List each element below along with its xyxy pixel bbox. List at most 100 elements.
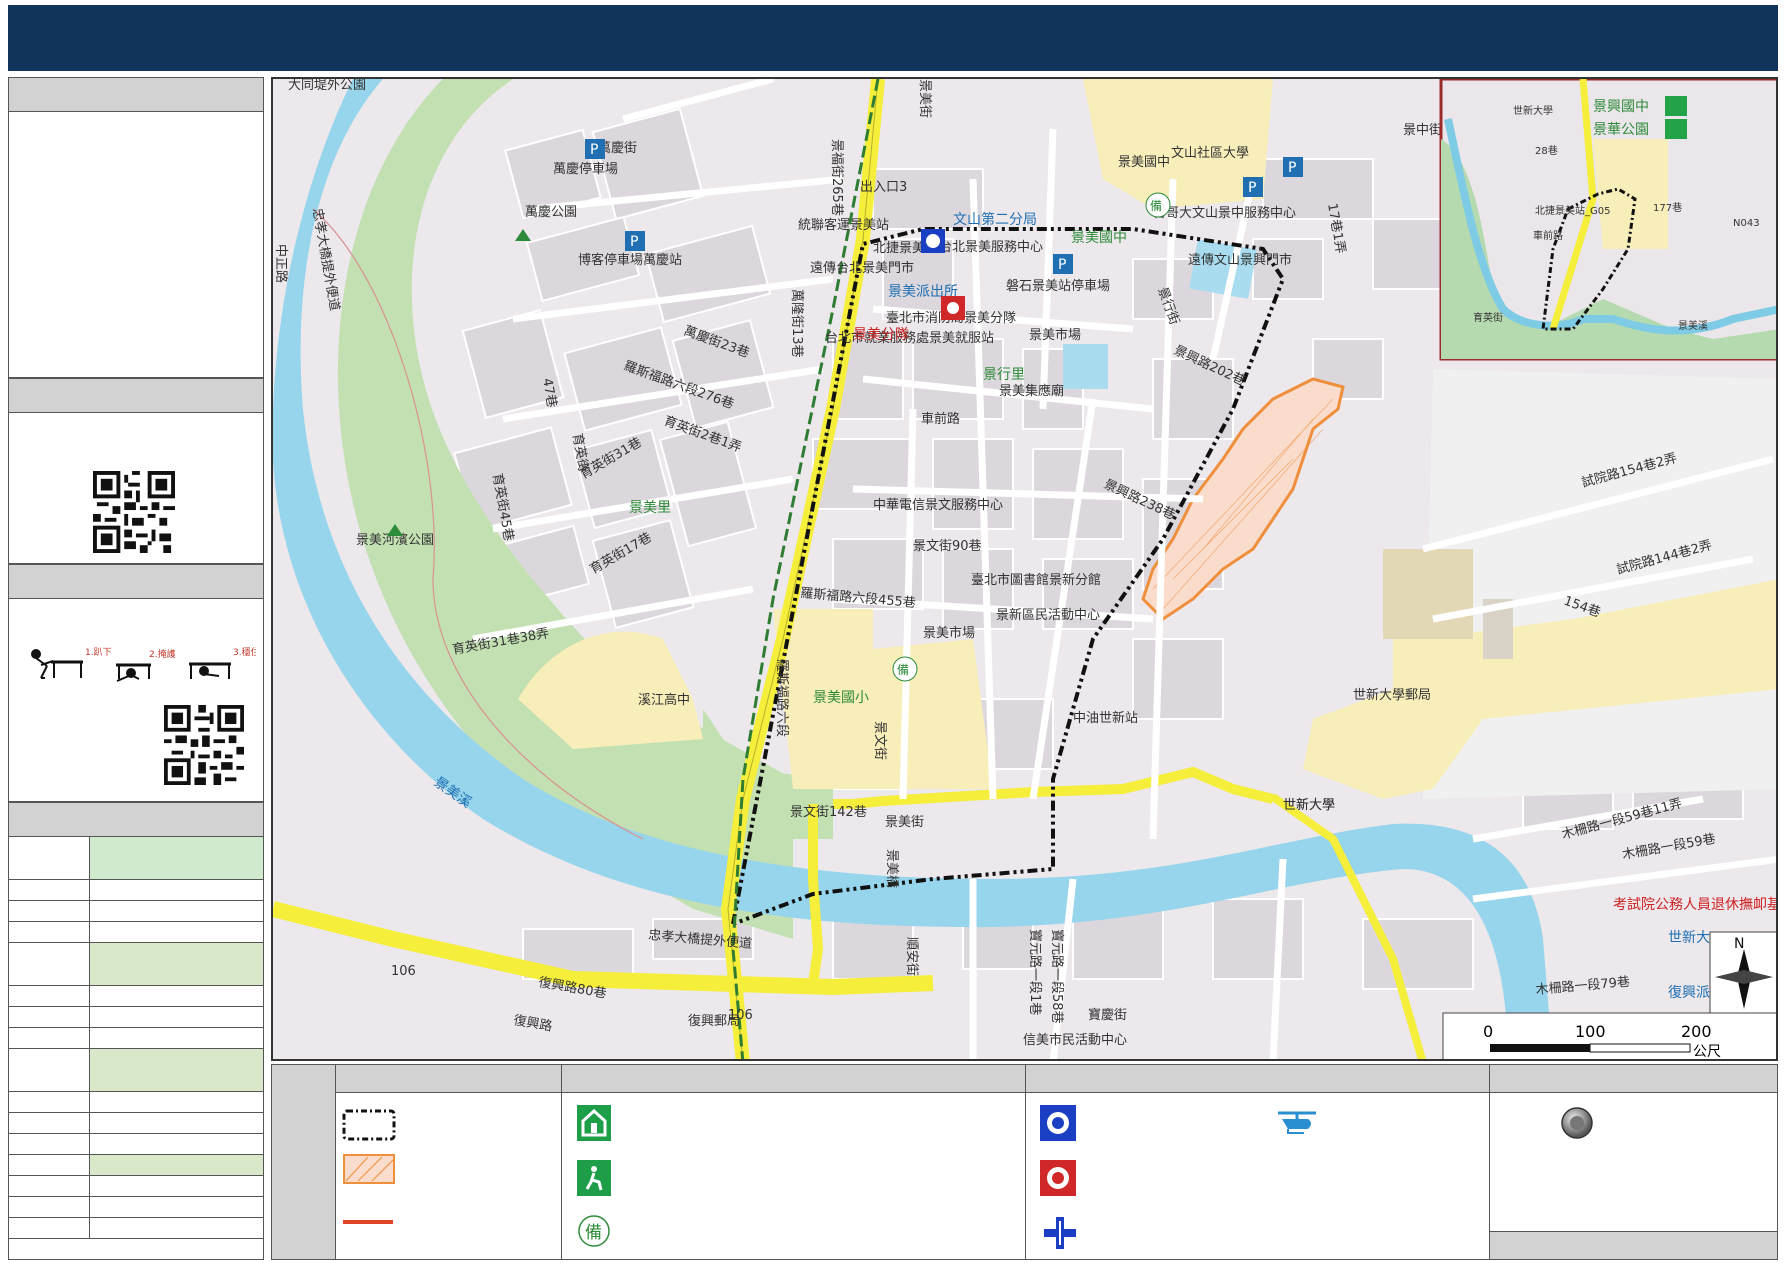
fire-icon	[1040, 1160, 1076, 1196]
district-label: 文山第二分局	[953, 211, 1037, 228]
reserve-icon: 備	[578, 1215, 610, 1247]
inset-label: 景華公園	[1593, 122, 1649, 138]
legend-left-cell	[272, 1065, 336, 1259]
inset-map[interactable]: 景興國中 景華公園 28巷 177巷 N043 北捷景美站_G05 車前路 育英…	[1439, 79, 1778, 361]
legend-col-divider	[1489, 1065, 1490, 1259]
parking-icon: P	[585, 139, 605, 159]
map-canvas[interactable]: 萬慶街 萬慶停車場 萬慶公園 博客停車場萬慶站 景福街265巷 萬慶街23巷 萬…	[273, 79, 1778, 1061]
scale-bar: 0 100 200 公尺	[1442, 1012, 1776, 1060]
qr-code-2-icon[interactable]	[159, 705, 249, 785]
svg-text:公尺: 公尺	[1693, 1044, 1721, 1060]
info-panel-header	[9, 78, 263, 112]
inset-label: 育英街	[1473, 311, 1503, 324]
police-station-icon[interactable]	[921, 229, 945, 253]
road-label: 台北市就業服務處景美就服站	[825, 330, 994, 346]
road-label: 寶慶街	[1088, 1007, 1127, 1023]
cover-icon	[116, 663, 151, 682]
road-label: 景美街	[917, 79, 932, 118]
road-label: 景美集應廟	[999, 383, 1064, 399]
svg-text:P: P	[1058, 257, 1066, 273]
inset-label: 世新大學	[1513, 104, 1553, 117]
road-label: 統聯客運景美站	[798, 217, 889, 233]
parking-icon: P	[1243, 177, 1263, 197]
legend-header-row	[336, 1065, 1777, 1093]
shelter-icon	[577, 1105, 611, 1141]
info-panel	[8, 77, 264, 378]
road-label: 萬慶停車場	[553, 161, 618, 177]
road-label: 中油世新站	[1073, 710, 1138, 726]
inset-label: 景興國中	[1593, 99, 1649, 115]
road-label: 磐石景美站停車場	[1006, 278, 1110, 294]
police-icon	[1040, 1105, 1076, 1141]
road-label: 106	[391, 964, 416, 979]
road-label: 文山社區大學	[1171, 145, 1249, 161]
inset-label: N043	[1733, 218, 1760, 229]
road-label: 景美國中	[1118, 155, 1170, 170]
map-view[interactable]: 萬慶街 萬慶停車場 萬慶公園 博客停車場萬慶站 景福街265巷 萬慶街23巷 萬…	[271, 77, 1778, 1061]
road-label: 臺北市圖書館景新分館	[971, 572, 1101, 588]
road-label: 景美市場	[1029, 327, 1081, 343]
road-label: 考試院公務人員退休撫卹基	[1613, 896, 1778, 913]
district-label: 復興派	[1668, 984, 1710, 1001]
svg-text:P: P	[1248, 180, 1256, 196]
road-label: 中華電信景文服務中心	[873, 498, 1003, 513]
district-label: 世新大學	[1283, 797, 1335, 813]
road-label: 景新區民活動中心	[996, 607, 1100, 623]
road-label: 寶元路一段1巷	[1027, 929, 1043, 1015]
hazard-area-icon	[343, 1154, 395, 1184]
road-label: 溪江高中	[638, 692, 690, 708]
circle-marker-icon	[1561, 1107, 1593, 1139]
quake-steps-illustration: 1.趴下 2.掩護 3.穩住	[31, 646, 256, 682]
road-label: 台北景美服務中心	[939, 240, 1043, 255]
title-bar	[8, 5, 1778, 71]
table-panel-header	[9, 803, 263, 837]
inset-shelter-icon	[1665, 96, 1687, 116]
svg-text:P: P	[630, 234, 638, 250]
road-label: 萬隆街13巷	[789, 289, 804, 358]
quake-step-2: 2.掩護	[149, 648, 176, 660]
legend-panel: 備	[271, 1064, 1778, 1260]
svg-text:N: N	[1734, 936, 1744, 952]
fire-station-icon[interactable]	[941, 296, 965, 320]
parking-icon: P	[1283, 157, 1303, 177]
reserve-icon: 備	[892, 656, 918, 682]
inset-label: 車前路	[1533, 229, 1563, 242]
svg-text:0: 0	[1483, 1022, 1493, 1041]
reserve-icon: 備	[1145, 192, 1171, 218]
medical-icon	[1044, 1217, 1076, 1249]
parking-icon: P	[1053, 254, 1073, 274]
svg-text:100: 100	[1575, 1022, 1606, 1041]
inset-label: 177巷	[1653, 202, 1682, 214]
road-label: 順安街	[904, 937, 919, 976]
road-label: 遠傳文山景興門市	[1188, 252, 1292, 268]
road-label: 景福街265巷	[829, 139, 844, 216]
road-label: 景美市場	[923, 625, 975, 641]
parking-icon: P	[625, 231, 645, 251]
inset-label: 28巷	[1535, 145, 1558, 157]
road-label: 遠傳台北景美門市	[810, 260, 914, 276]
road-label: 中正路	[273, 244, 289, 283]
svg-text:備: 備	[1150, 198, 1162, 213]
road-label: 景文街142巷	[790, 805, 867, 820]
inset-label: 北捷景美站_G05	[1535, 204, 1610, 217]
legend-col-divider	[1025, 1065, 1026, 1259]
road-label: 台哥大文山景中服務中心	[1153, 206, 1296, 221]
qr-code-icon[interactable]	[93, 471, 175, 553]
road-label: 羅斯福路六段	[774, 659, 790, 737]
inset-evacuation-icon	[1665, 119, 1687, 139]
route-line-icon	[342, 1109, 396, 1141]
info-table	[8, 836, 264, 1239]
road-label: 萬慶公園	[525, 205, 577, 220]
quake-panel: 1.趴下 2.掩護 3.穩住	[8, 564, 264, 802]
north-arrow-icon: N	[1709, 931, 1776, 1019]
helicopter-icon	[1278, 1111, 1316, 1134]
road-label: 世新大學郵局	[1353, 687, 1431, 703]
svg-text:P: P	[590, 142, 598, 158]
svg-text:P: P	[1288, 160, 1296, 176]
road-label: 世新大	[1668, 930, 1710, 946]
inset-label: 景美溪	[1678, 319, 1708, 332]
road-label: 博客停車場萬慶站	[578, 252, 682, 268]
quake-panel-header	[9, 565, 263, 599]
district-label: 景行里	[983, 367, 1025, 383]
legend-col-divider	[561, 1065, 562, 1259]
